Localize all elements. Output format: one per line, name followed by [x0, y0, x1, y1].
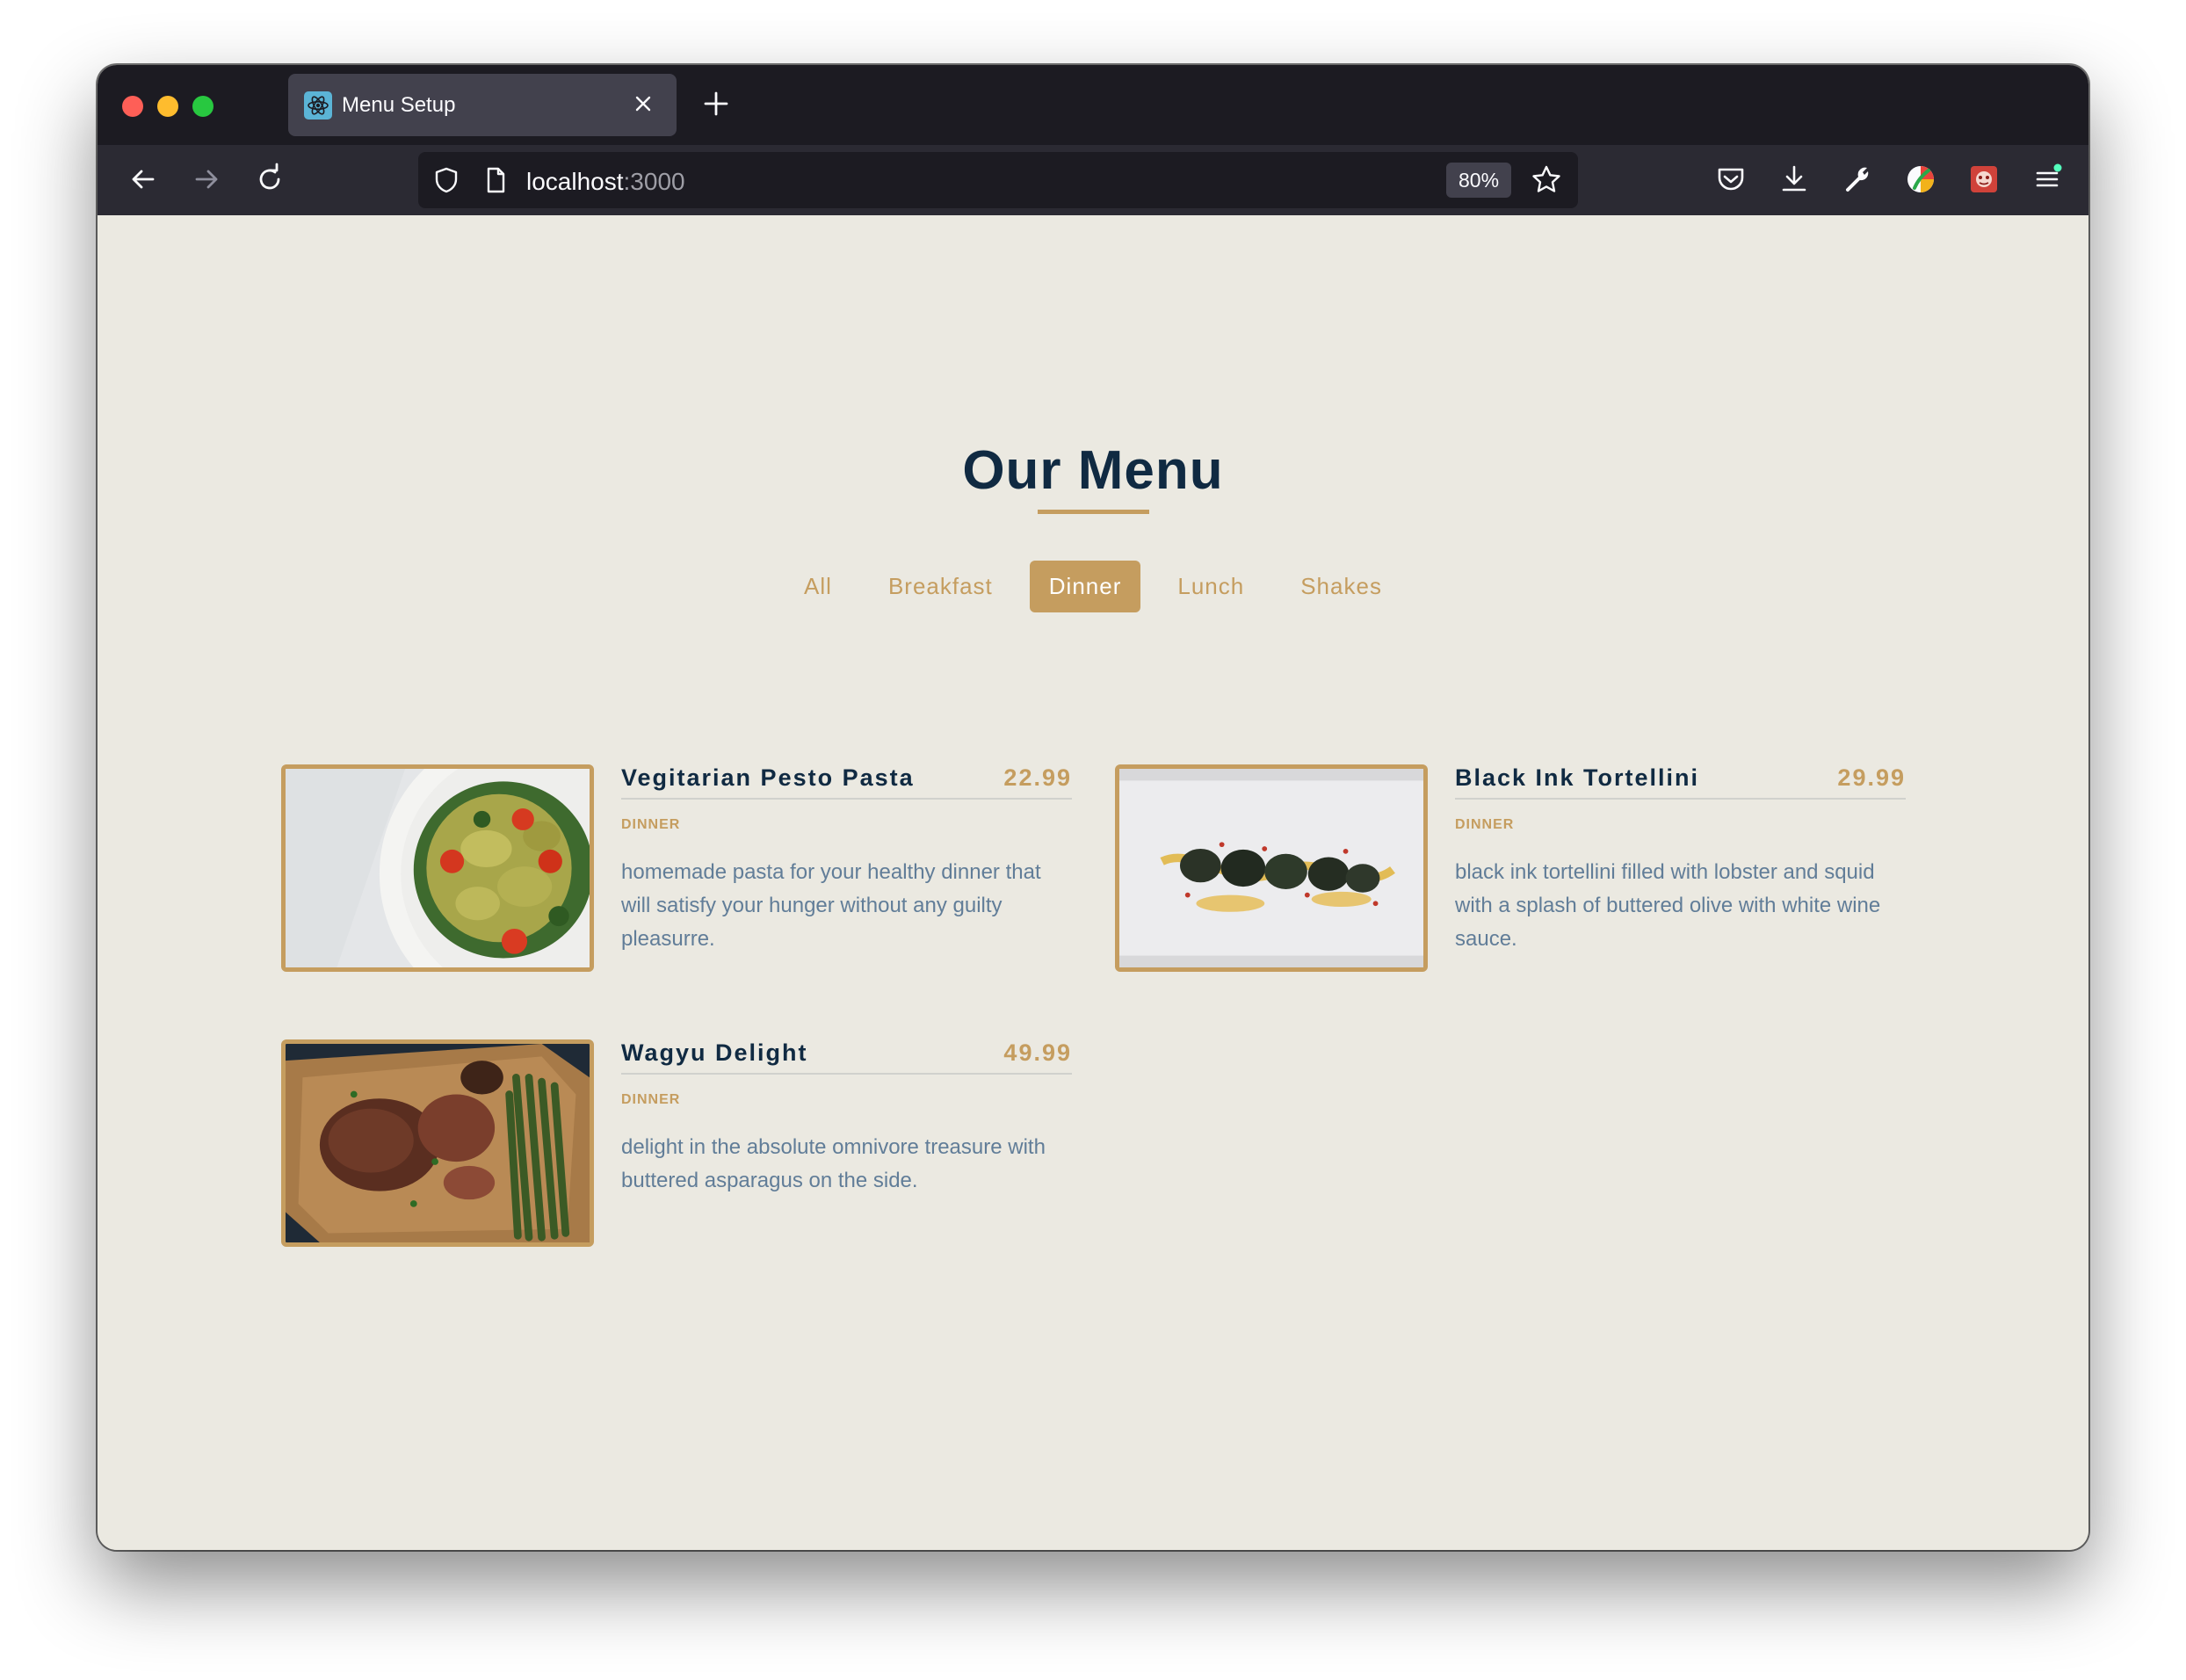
tab-menu-setup[interactable]: Menu Setup: [288, 74, 677, 136]
item-name: Black Ink Tortellini: [1455, 764, 1700, 791]
item-info: Wagyu Delight 49.99 DINNER delight in th…: [621, 1039, 1072, 1198]
navigation-toolbar: localhost:3000 80%: [98, 145, 2088, 215]
filter-shakes-button[interactable]: Shakes: [1281, 561, 1401, 612]
item-category: DINNER: [621, 1092, 681, 1107]
filter-breakfast-button[interactable]: Breakfast: [869, 561, 1012, 612]
item-description: delight in the absolute omnivore treasur…: [621, 1135, 1046, 1192]
item-info: Black Ink Tortellini 29.99 DINNER black …: [1455, 764, 1906, 956]
forward-arrow-icon[interactable]: [188, 161, 225, 198]
url-port: :3000: [623, 168, 685, 195]
shield-icon[interactable]: [431, 164, 462, 196]
tortellini-photo: [1115, 764, 1428, 972]
tab-title: Menu Setup: [342, 93, 456, 117]
item-description: black ink tortellini filled with lobster…: [1455, 860, 1881, 951]
extension-icon[interactable]: [1965, 161, 2002, 198]
item-header: Black Ink Tortellini 29.99: [1455, 764, 1906, 800]
wagyu-photo: [281, 1039, 594, 1247]
close-tab-icon[interactable]: [627, 88, 659, 119]
item-info: Vegitarian Pesto Pasta 22.99 DINNER home…: [621, 764, 1072, 956]
item-description: homemade pasta for your healthy dinner t…: [621, 860, 1041, 951]
back-arrow-icon[interactable]: [125, 161, 162, 198]
item-name: Wagyu Delight: [621, 1039, 808, 1066]
filter-lunch-button[interactable]: Lunch: [1158, 561, 1263, 612]
url-host: localhost: [526, 168, 624, 195]
item-header: Vegitarian Pesto Pasta 22.99: [621, 764, 1072, 800]
browser-window: Menu Setup localhost:3000 80% Our Menu A…: [98, 65, 2088, 1550]
address-bar[interactable]: localhost:3000 80%: [418, 152, 1578, 208]
item-price: 49.99: [1003, 1039, 1072, 1066]
item-category: DINNER: [621, 817, 681, 832]
hamburger-menu-icon[interactable]: [2029, 161, 2066, 198]
item-header: Wagyu Delight 49.99: [621, 1039, 1072, 1075]
close-window-button[interactable]: [122, 96, 143, 117]
bookmark-star-icon[interactable]: [1529, 163, 1564, 198]
page-content: Our Menu All Breakfast Dinner Lunch Shak…: [98, 215, 2088, 1550]
title-underline: [1038, 510, 1149, 514]
item-name: Vegitarian Pesto Pasta: [621, 764, 915, 791]
react-icon: [304, 91, 332, 119]
item-price: 22.99: [1003, 764, 1072, 791]
page-icon[interactable]: [480, 164, 511, 196]
new-tab-icon[interactable]: [695, 83, 737, 125]
url-text[interactable]: localhost:3000: [526, 168, 685, 196]
category-filters: All Breakfast Dinner Lunch Shakes: [98, 561, 2088, 612]
item-price: 29.99: [1837, 764, 1906, 791]
filter-all-button[interactable]: All: [785, 561, 851, 612]
pasta-photo: [281, 764, 594, 972]
maximize-window-button[interactable]: [192, 96, 214, 117]
filter-dinner-button[interactable]: Dinner: [1029, 561, 1141, 612]
menu-item: Vegitarian Pesto Pasta 22.99 DINNER home…: [281, 764, 1072, 975]
menu-item: Black Ink Tortellini 29.99 DINNER black …: [1115, 764, 1906, 975]
page-title: Our Menu: [962, 440, 1224, 501]
menu-item: Wagyu Delight 49.99 DINNER delight in th…: [281, 1039, 1072, 1250]
color-extension-icon[interactable]: [1902, 161, 1939, 198]
item-category: DINNER: [1455, 817, 1515, 832]
wrench-icon[interactable]: [1839, 161, 1876, 198]
tab-bar: Menu Setup: [98, 65, 2088, 145]
zoom-level-badge[interactable]: 80%: [1446, 163, 1512, 198]
download-icon[interactable]: [1776, 161, 1813, 198]
minimize-window-button[interactable]: [157, 96, 178, 117]
pocket-icon[interactable]: [1712, 161, 1749, 198]
reload-icon[interactable]: [251, 161, 288, 198]
